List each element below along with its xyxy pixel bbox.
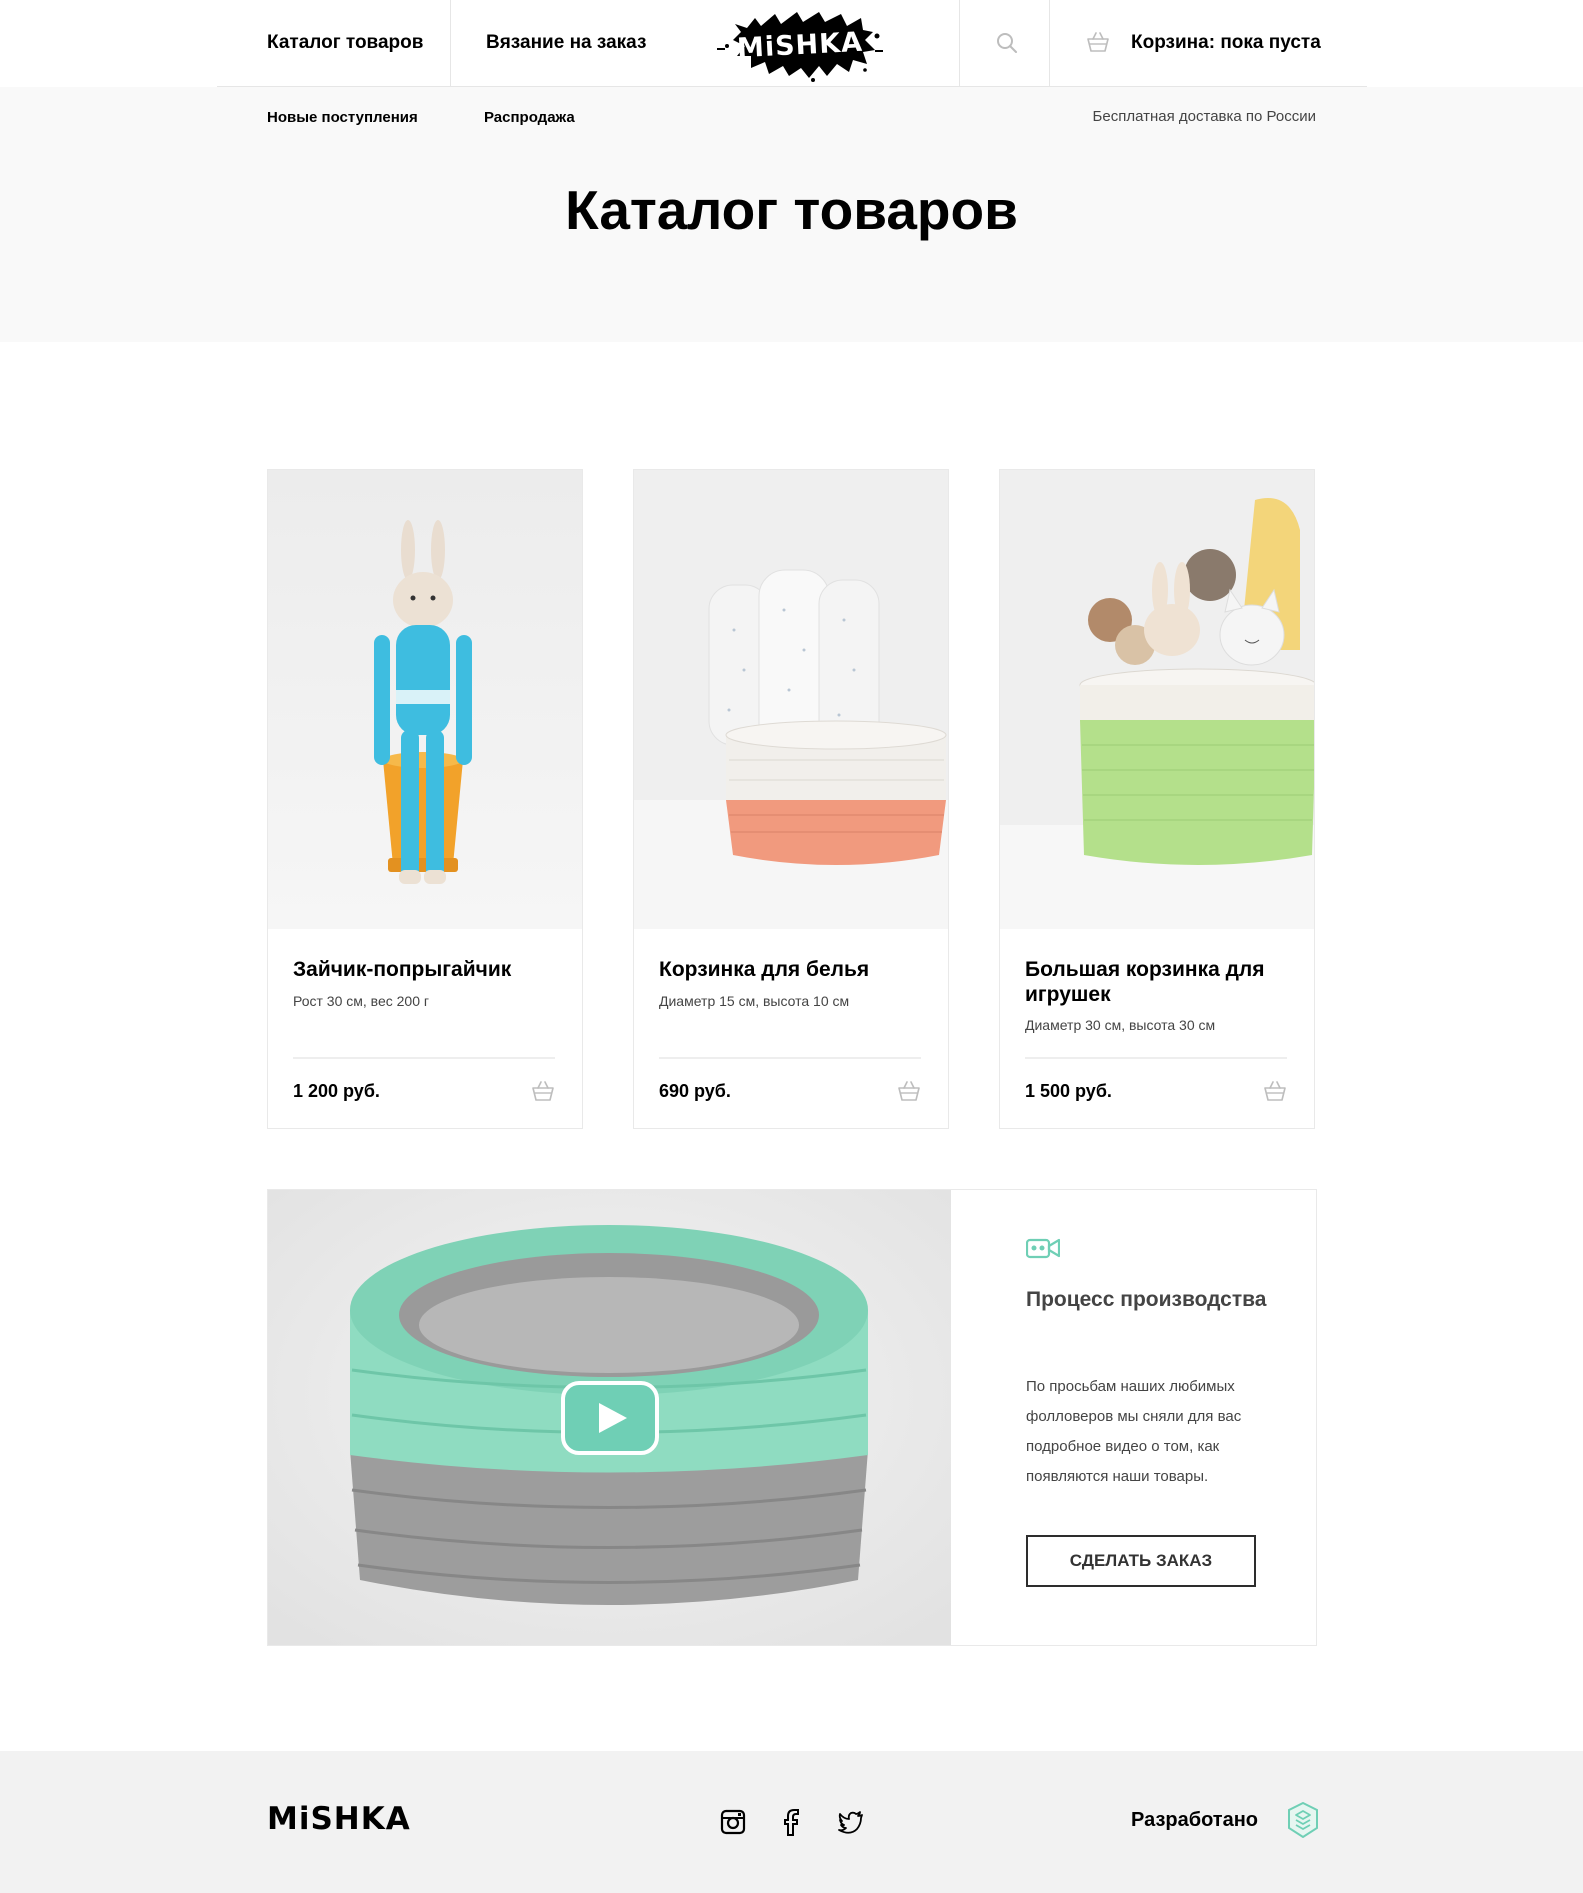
- nav-catalog-link[interactable]: Каталог товаров: [267, 0, 423, 86]
- product-price: 1 200 руб.: [293, 1081, 380, 1101]
- header-divider: [1049, 0, 1050, 86]
- card-divider: [293, 1057, 555, 1059]
- product-title[interactable]: Зайчик-попрыгайчик: [293, 957, 563, 982]
- add-to-cart-icon[interactable]: [1264, 1081, 1286, 1101]
- wave-divider: [0, 320, 1583, 333]
- video-camera-icon: [1026, 1238, 1060, 1259]
- developer-logo[interactable]: [1288, 1801, 1318, 1839]
- nav-knitting-link[interactable]: Вязание на заказ: [486, 0, 646, 86]
- card-divider: [659, 1057, 921, 1059]
- search-icon: [997, 33, 1017, 53]
- product-description: Диаметр 15 см, высота 10 см: [659, 993, 850, 1009]
- header-divider: [959, 0, 960, 86]
- product-description: Рост 30 см, вес 200 г: [293, 993, 429, 1009]
- product-price: 690 руб.: [659, 1081, 731, 1101]
- product-card[interactable]: Корзинка для белья Диаметр 15 см, высота…: [633, 469, 949, 1129]
- cart-label: Корзина: пока пуста: [1131, 32, 1321, 53]
- product-title[interactable]: Большая корзинка для игрушек: [1025, 957, 1295, 1007]
- developed-by-label: Разработано: [1131, 1809, 1259, 1831]
- facebook-icon: [784, 1809, 799, 1836]
- product-image[interactable]: [1000, 470, 1314, 929]
- toy-basket-image: [1000, 470, 1314, 929]
- header-divider: [450, 0, 451, 86]
- video-preview[interactable]: [268, 1190, 951, 1645]
- laundry-basket-image: [634, 470, 948, 929]
- play-icon: [561, 1381, 659, 1455]
- video-title: Процесс производства: [1026, 1288, 1267, 1311]
- twitter-link[interactable]: [837, 1808, 865, 1836]
- bunny-toy-image: [268, 470, 582, 929]
- delivery-note: Бесплатная доставка по России: [1092, 108, 1316, 125]
- footer-logo[interactable]: MiSHKA: [267, 1801, 410, 1841]
- product-image[interactable]: [268, 470, 582, 929]
- site-header: Каталог товаров Вязание на заказ MiSHKA: [0, 0, 1583, 87]
- developer-shield-icon: [1288, 1801, 1318, 1839]
- order-button[interactable]: Сделать заказ: [1026, 1535, 1256, 1587]
- play-button[interactable]: [561, 1381, 659, 1455]
- product-image[interactable]: [634, 470, 948, 929]
- footer-logo-text: MiSHKA: [267, 1801, 411, 1837]
- instagram-link[interactable]: [719, 1808, 747, 1836]
- site-footer: MiSHKA Разработано: [0, 1751, 1583, 1893]
- facebook-link[interactable]: [777, 1808, 805, 1836]
- add-to-cart-icon[interactable]: [898, 1081, 920, 1101]
- twitter-icon: [838, 1811, 863, 1834]
- add-to-cart-icon[interactable]: [532, 1081, 554, 1101]
- video-description: По просьбам наших любимых фолловеров мы …: [1026, 1378, 1242, 1485]
- video-section: Процесс производства По просьбам наших л…: [267, 1189, 1317, 1646]
- wave-shape: [0, 320, 1583, 333]
- instagram-icon: [720, 1809, 746, 1835]
- product-description: Диаметр 30 см, высота 30 см: [1025, 1017, 1216, 1033]
- site-logo[interactable]: MiSHKA: [715, 6, 885, 84]
- product-price: 1 500 руб.: [1025, 1081, 1112, 1101]
- product-card[interactable]: Большая корзинка для игрушек Диаметр 30 …: [999, 469, 1315, 1129]
- subnav-new-arrivals[interactable]: Новые поступления: [267, 109, 418, 126]
- hero-section: Новые поступления Распродажа Бесплатная …: [0, 87, 1583, 342]
- card-divider: [1025, 1057, 1287, 1059]
- cart-link[interactable]: Корзина: пока пуста: [1087, 0, 1367, 86]
- subnav-sale[interactable]: Распродажа: [484, 109, 575, 126]
- header-bar: Каталог товаров Вязание на заказ MiSHKA: [217, 0, 1367, 87]
- product-card[interactable]: Зайчик-попрыгайчик Рост 30 см, вес 200 г…: [267, 469, 583, 1129]
- search-button[interactable]: [993, 29, 1021, 57]
- product-title[interactable]: Корзинка для белья: [659, 957, 929, 982]
- basket-icon: [1087, 32, 1109, 52]
- page-title: Каталог товаров: [565, 179, 1018, 241]
